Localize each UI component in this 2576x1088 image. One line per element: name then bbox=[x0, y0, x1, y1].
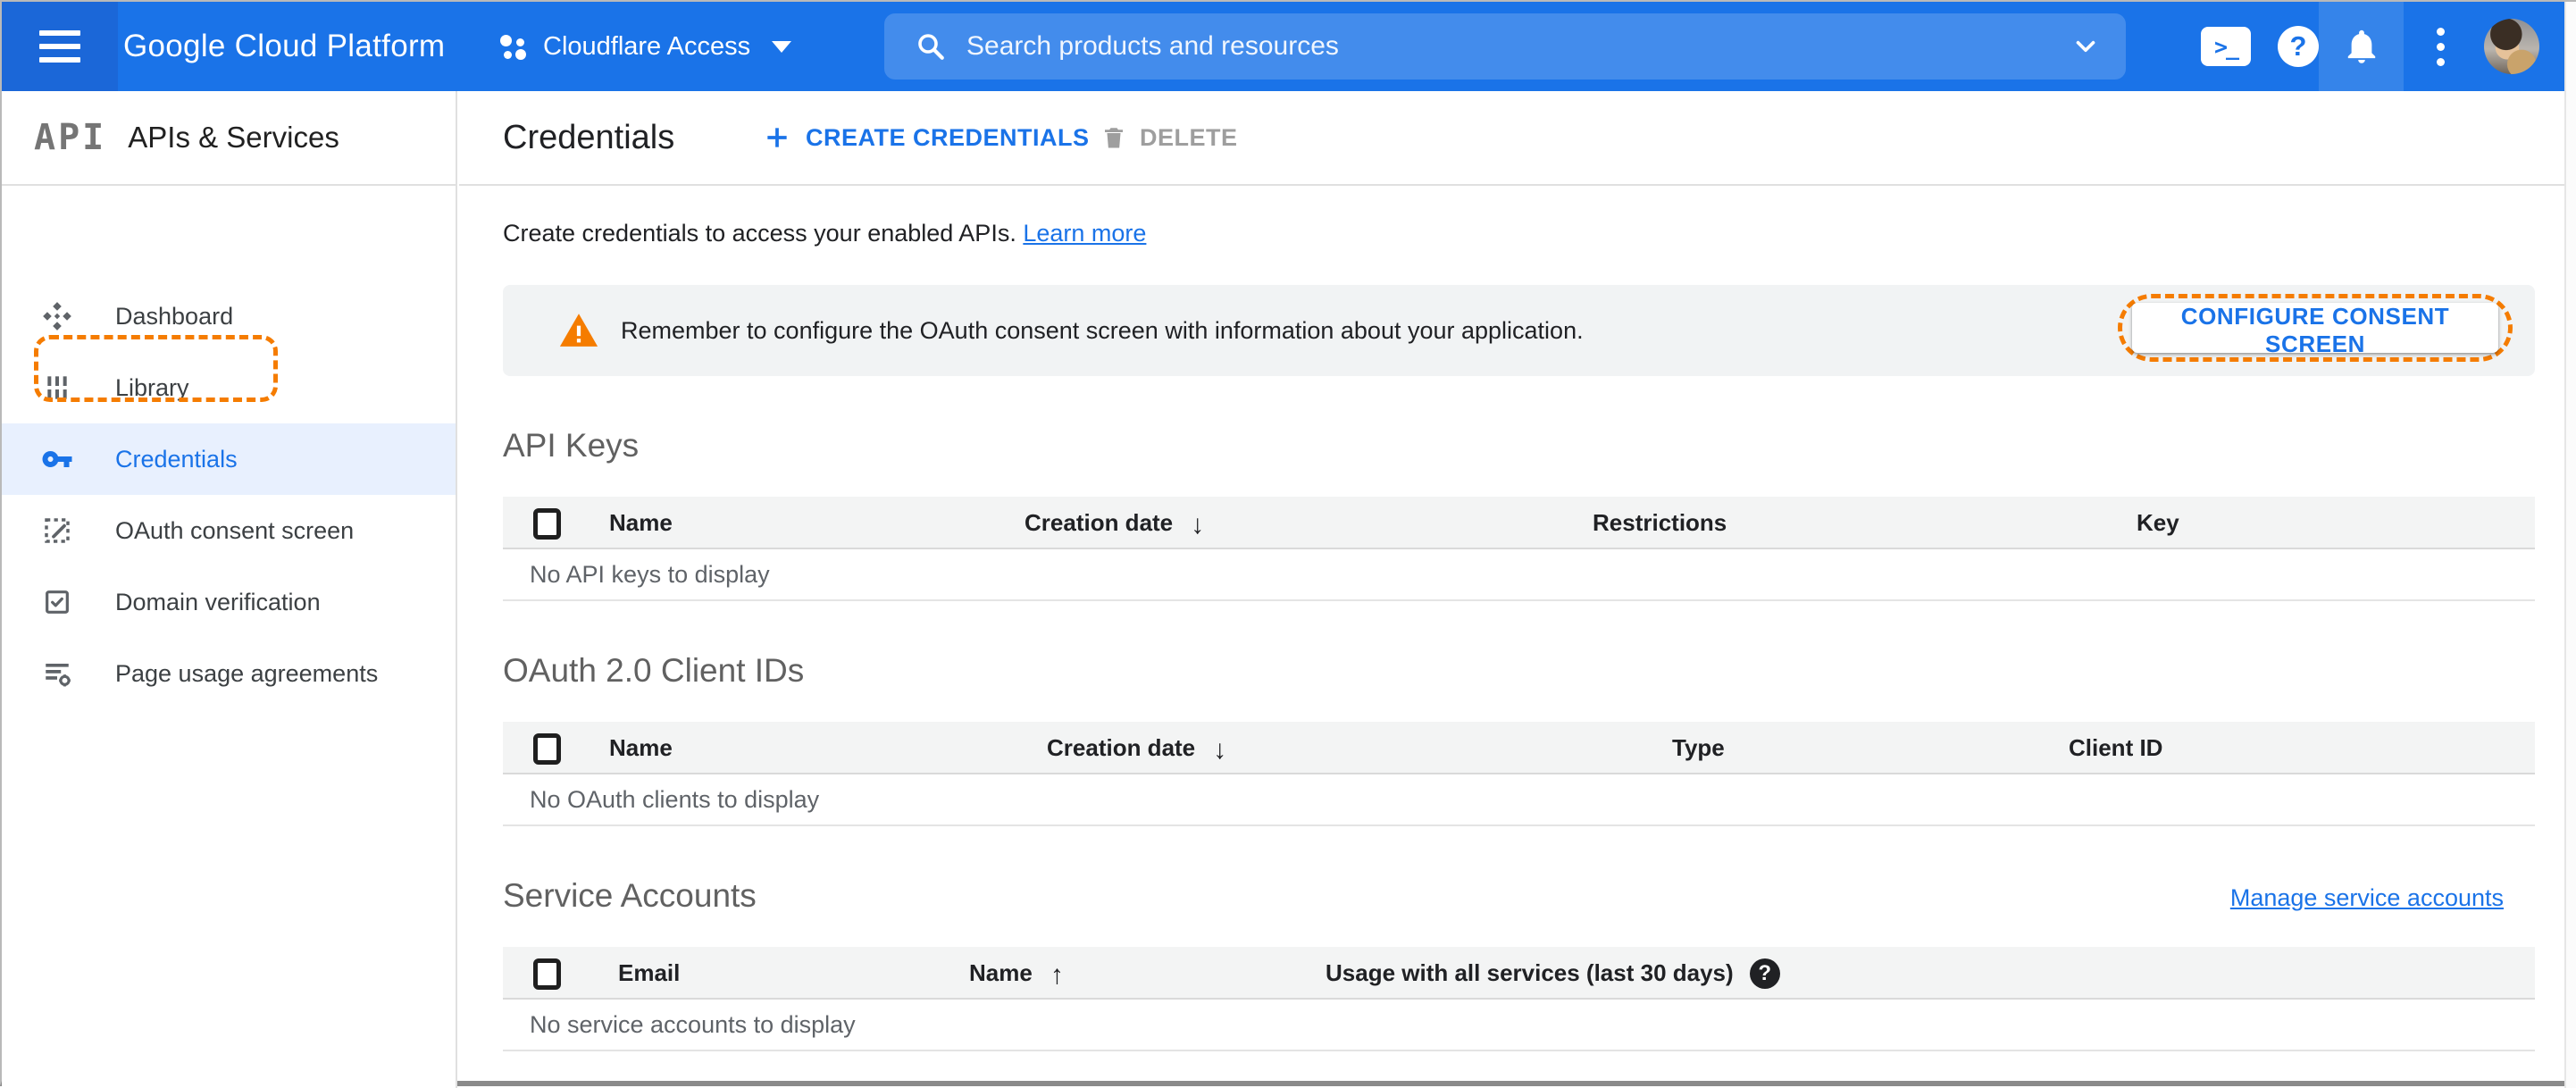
sidebar-item-label: Credentials bbox=[115, 445, 238, 473]
oauth-section-title: OAuth 2.0 Client IDs bbox=[503, 652, 805, 689]
column-header-type[interactable]: Type bbox=[1672, 722, 1725, 774]
column-header-creation-date[interactable]: Creation date ↓ bbox=[1025, 497, 1204, 549]
kebab-menu-icon bbox=[2436, 27, 2445, 66]
column-header-name[interactable]: Name bbox=[609, 497, 673, 549]
consent-screen-icon bbox=[39, 513, 75, 548]
api-product-icon: API bbox=[34, 117, 107, 158]
sidebar-title: APIs & Services bbox=[128, 121, 339, 154]
column-header-name[interactable]: Name ↑ bbox=[969, 947, 1064, 1000]
api-keys-empty-text: No API keys to display bbox=[530, 560, 770, 588]
column-header-usage[interactable]: Usage with all services (last 30 days) ? bbox=[1326, 947, 1780, 1000]
search-expand-chevron-icon[interactable] bbox=[2070, 31, 2101, 62]
sort-asc-icon: ↑ bbox=[1050, 959, 1064, 990]
delete-button[interactable]: DELETE bbox=[1100, 91, 1238, 184]
chevron-down-icon bbox=[772, 40, 792, 53]
page-scrollbar[interactable] bbox=[2564, 2, 2576, 1088]
sidebar-item-credentials[interactable]: Credentials bbox=[2, 423, 456, 495]
column-header-key[interactable]: Key bbox=[2137, 497, 2179, 549]
oauth-empty-row: No OAuth clients to display bbox=[503, 774, 2535, 826]
intro-text: Create credentials to access your enable… bbox=[503, 220, 1146, 247]
project-name: Cloudflare Access bbox=[543, 31, 751, 61]
search-input[interactable] bbox=[966, 31, 2040, 62]
api-keys-table-header: Name Creation date ↓ Restrictions Key bbox=[503, 497, 2535, 549]
search-bar[interactable] bbox=[884, 13, 2126, 80]
api-keys-empty-row: No API keys to display bbox=[503, 549, 2535, 601]
cloud-shell-icon: >_ bbox=[2201, 27, 2251, 66]
consent-button-highlight-outline: CONFIGURE CONSENT SCREEN bbox=[2118, 294, 2513, 362]
key-icon bbox=[39, 441, 75, 477]
page-header: Credentials CREATE CREDENTIALS DELETE bbox=[459, 91, 2564, 186]
page-usage-icon bbox=[39, 656, 75, 691]
notifications-button[interactable] bbox=[2319, 2, 2404, 91]
sidebar: API APIs & Services Dashboard Library Cr… bbox=[2, 91, 457, 1088]
sort-desc-icon: ↓ bbox=[1191, 509, 1205, 540]
user-avatar[interactable] bbox=[2484, 19, 2539, 74]
help-button[interactable]: ? bbox=[2271, 2, 2326, 91]
library-icon bbox=[39, 370, 75, 406]
sidebar-item-label: Dashboard bbox=[115, 302, 234, 330]
sidebar-item-label: Domain verification bbox=[115, 588, 321, 615]
sidebar-item-oauth-consent-screen[interactable]: OAuth consent screen bbox=[2, 495, 456, 566]
main-menu-button[interactable] bbox=[2, 2, 118, 91]
help-tooltip-icon[interactable]: ? bbox=[1749, 958, 1780, 989]
oauth-empty-text: No OAuth clients to display bbox=[530, 785, 820, 813]
sidebar-item-label: Library bbox=[115, 373, 189, 401]
learn-more-link[interactable]: Learn more bbox=[1023, 220, 1146, 247]
configure-consent-screen-button[interactable]: CONFIGURE CONSENT SCREEN bbox=[2132, 303, 2498, 357]
column-header-creation-date[interactable]: Creation date ↓ bbox=[1047, 722, 1226, 774]
browser-frame: Google Cloud Platform Cloudflare Access … bbox=[0, 0, 2576, 1088]
page-title: Credentials bbox=[503, 118, 675, 156]
project-selector[interactable]: Cloudflare Access bbox=[498, 2, 792, 91]
sidebar-item-dashboard[interactable]: Dashboard bbox=[2, 280, 456, 352]
top-bar: Google Cloud Platform Cloudflare Access … bbox=[2, 2, 2564, 91]
oauth-warning-banner: Remember to configure the OAuth consent … bbox=[503, 285, 2535, 376]
service-accounts-section-title: Service Accounts bbox=[503, 877, 757, 914]
delete-label: DELETE bbox=[1140, 123, 1238, 151]
manage-service-accounts-link[interactable]: Manage service accounts bbox=[2230, 884, 2504, 912]
more-options-button[interactable] bbox=[2418, 2, 2463, 91]
oauth-table-header: Name Creation date ↓ Type Client ID bbox=[503, 722, 2535, 774]
sidebar-item-label: OAuth consent screen bbox=[115, 516, 355, 544]
sidebar-header: API APIs & Services bbox=[2, 91, 456, 186]
plus-icon bbox=[767, 128, 787, 147]
create-credentials-label: CREATE CREDENTIALS bbox=[806, 123, 1090, 151]
warning-icon bbox=[559, 314, 598, 347]
project-icon bbox=[498, 31, 529, 62]
column-header-restrictions[interactable]: Restrictions bbox=[1593, 497, 1727, 549]
select-all-checkbox[interactable] bbox=[533, 958, 561, 990]
sidebar-item-domain-verification[interactable]: Domain verification bbox=[2, 566, 456, 638]
api-keys-section-title: API Keys bbox=[503, 427, 640, 464]
banner-message: Remember to configure the OAuth consent … bbox=[621, 316, 1584, 344]
service-accounts-table-header: Email Name ↑ Usage with all services (la… bbox=[503, 947, 2535, 1000]
trash-icon bbox=[1105, 128, 1123, 148]
service-accounts-empty-text: No service accounts to display bbox=[530, 1010, 856, 1038]
sidebar-item-label: Page usage agreements bbox=[115, 659, 379, 687]
intro-sentence: Create credentials to access your enable… bbox=[503, 220, 1016, 247]
column-header-name[interactable]: Name bbox=[609, 722, 673, 774]
domain-verification-icon bbox=[39, 584, 75, 620]
help-icon: ? bbox=[2278, 26, 2319, 67]
hamburger-icon bbox=[39, 22, 80, 71]
content-area: Create credentials to access your enable… bbox=[503, 186, 2535, 1083]
search-icon bbox=[918, 34, 944, 60]
dashboard-icon bbox=[39, 298, 75, 334]
product-logo[interactable]: Google Cloud Platform bbox=[123, 2, 445, 91]
select-all-checkbox[interactable] bbox=[533, 733, 561, 765]
sidebar-item-library[interactable]: Library bbox=[2, 352, 456, 423]
service-accounts-empty-row: No service accounts to display bbox=[503, 1000, 2535, 1051]
sort-desc-icon: ↓ bbox=[1213, 734, 1227, 765]
bell-icon bbox=[2347, 29, 2375, 63]
column-header-client-id[interactable]: Client ID bbox=[2069, 722, 2162, 774]
cloud-shell-button[interactable]: >_ bbox=[2195, 2, 2257, 91]
create-credentials-button[interactable]: CREATE CREDENTIALS bbox=[763, 91, 1090, 184]
select-all-checkbox[interactable] bbox=[533, 508, 561, 540]
column-header-email[interactable]: Email bbox=[618, 947, 680, 1000]
sidebar-item-page-usage-agreements[interactable]: Page usage agreements bbox=[2, 638, 456, 709]
